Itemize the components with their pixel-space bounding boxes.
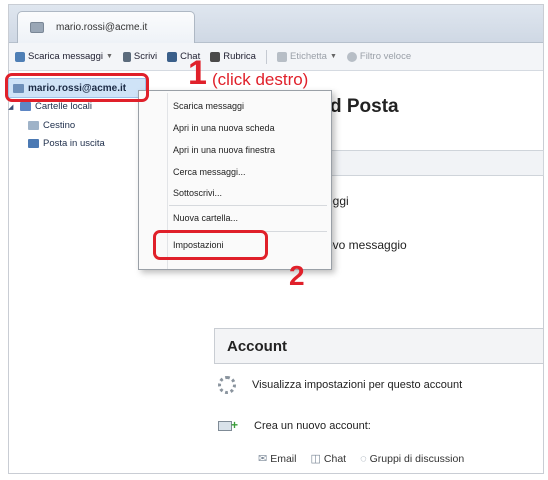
gear-icon <box>218 376 236 394</box>
chevron-down-icon[interactable]: ▼ <box>330 53 337 60</box>
email-section-header <box>312 150 544 176</box>
step-1-instruction: (click destro) <box>212 70 309 89</box>
step-2-number: 2 <box>289 260 305 291</box>
address-book-icon <box>210 51 221 62</box>
menu-item-subscribe[interactable]: Sottoscrivi... <box>173 188 222 198</box>
create-account-options: ✉ Email ◫ Chat ◌ Gruppi di discussion <box>258 452 464 466</box>
address-book-button[interactable]: Rubrica <box>210 51 256 62</box>
create-newsgroup-account-link[interactable]: ◌ Gruppi di discussion <box>360 452 464 465</box>
folder-outbox[interactable]: Posta in uscita <box>28 138 105 149</box>
write-button[interactable]: Scrivi <box>122 51 157 62</box>
tag-button[interactable]: Etichetta ▼ <box>276 51 337 62</box>
account-highlight <box>5 73 149 102</box>
tab-account[interactable]: mario.rossi@acme.it <box>17 11 195 43</box>
expand-arrow-icon[interactable]: ◢ <box>8 103 16 111</box>
email-icon: ✉ <box>258 453 268 465</box>
menu-separator <box>169 205 327 206</box>
outbox-icon <box>28 139 39 148</box>
quick-filter-button[interactable]: Filtro veloce <box>346 51 411 62</box>
view-settings-link[interactable]: Visualizza impostazioni per questo accou… <box>218 376 462 394</box>
local-folders-icon <box>20 102 31 111</box>
settings-highlight <box>153 230 268 260</box>
toolbar-separator <box>265 49 267 64</box>
trash-icon <box>28 121 39 130</box>
folder-local-folders[interactable]: ◢ Cartelle locali <box>8 101 92 112</box>
folder-trash[interactable]: Cestino <box>28 120 75 131</box>
menu-item-open-new-tab[interactable]: Apri in una nuova scheda <box>173 123 275 133</box>
menu-item-new-folder[interactable]: Nuova cartella... <box>173 213 238 223</box>
create-email-account-link[interactable]: ✉ Email <box>258 452 296 466</box>
chat-icon: ◫ <box>310 453 321 465</box>
chat-icon <box>167 51 178 62</box>
new-account-icon: + <box>218 419 238 433</box>
mail-icon <box>30 22 44 33</box>
create-account-label: + Crea un nuovo account: <box>218 419 371 433</box>
download-icon <box>15 51 25 62</box>
search-icon <box>346 51 357 62</box>
pencil-icon <box>122 51 131 62</box>
menu-item-search-messages[interactable]: Cerca messaggi... <box>173 167 246 177</box>
page-title: d Posta <box>330 96 399 117</box>
tab-label: mario.rossi@acme.it <box>56 22 148 33</box>
mail-toolbar: Scarica messaggi ▼ Scrivi Chat Rubrica E… <box>9 43 543 71</box>
write-new-message-link[interactable]: ovo messaggio <box>326 238 407 252</box>
menu-item-get-messages[interactable]: Scarica messaggi <box>173 101 244 111</box>
tag-icon <box>276 51 287 62</box>
tab-strip: mario.rossi@acme.it <box>9 5 543 43</box>
create-chat-account-link[interactable]: ◫ Chat <box>310 452 346 466</box>
get-messages-button[interactable]: Scarica messaggi ▼ <box>15 51 113 62</box>
newsgroup-icon: ◌ <box>360 452 367 465</box>
account-section-header: Account <box>214 328 544 364</box>
step-1-number: 1 <box>188 54 207 92</box>
menu-item-open-new-window[interactable]: Apri in una nuova finestra <box>173 145 275 155</box>
chevron-down-icon[interactable]: ▼ <box>106 53 113 60</box>
